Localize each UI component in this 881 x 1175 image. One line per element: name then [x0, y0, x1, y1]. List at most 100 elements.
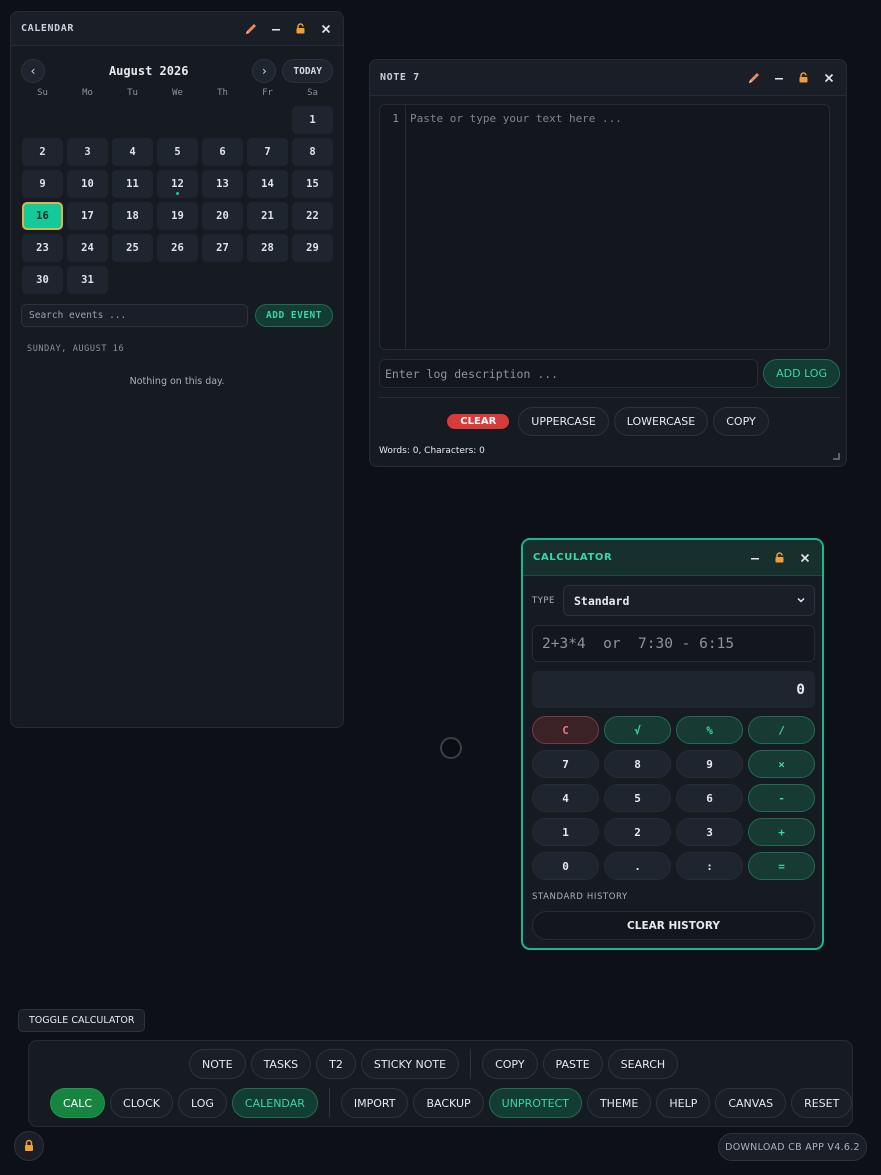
- calc-key[interactable]: 2: [604, 818, 671, 846]
- day-cell[interactable]: 21: [247, 202, 288, 230]
- day-cell[interactable]: 10: [67, 170, 108, 198]
- add-log-button[interactable]: ADD LOG: [763, 359, 840, 388]
- dock-button-canvas[interactable]: CANVAS: [715, 1088, 787, 1118]
- lock-button[interactable]: [14, 1131, 44, 1161]
- calc-key[interactable]: 3: [676, 818, 743, 846]
- log-description-input[interactable]: Enter log description ...: [379, 359, 759, 388]
- dock-button-theme[interactable]: THEME: [586, 1088, 652, 1118]
- day-cell[interactable]: 2: [22, 138, 63, 166]
- note-editor[interactable]: 1 Paste or type your text here ...: [379, 104, 830, 350]
- calc-key[interactable]: /: [748, 716, 815, 744]
- day-cell[interactable]: 27: [202, 234, 243, 262]
- minimize-icon[interactable]: [747, 550, 762, 565]
- download-app-button[interactable]: DOWNLOAD CB APP V4.6.2: [718, 1133, 867, 1161]
- calc-key[interactable]: .: [604, 852, 671, 880]
- calc-key[interactable]: :: [676, 852, 743, 880]
- close-icon[interactable]: [797, 550, 812, 565]
- calc-key[interactable]: -: [748, 784, 815, 812]
- day-cell[interactable]: 19: [157, 202, 198, 230]
- add-event-button[interactable]: ADD EVENT: [255, 304, 333, 327]
- day-cell[interactable]: 9: [22, 170, 63, 198]
- calendar-titlebar[interactable]: CALENDAR: [11, 12, 343, 46]
- clear-button[interactable]: CLEAR: [447, 414, 510, 429]
- dock-button-help[interactable]: HELP: [656, 1088, 711, 1118]
- day-cell[interactable]: 6: [202, 138, 243, 166]
- day-cell[interactable]: 26: [157, 234, 198, 262]
- search-events-input[interactable]: Search events ...: [21, 304, 249, 327]
- day-cell-selected[interactable]: 16: [22, 202, 63, 230]
- clear-history-button[interactable]: CLEAR HISTORY: [532, 911, 815, 940]
- day-cell[interactable]: 20: [202, 202, 243, 230]
- calc-key[interactable]: √: [604, 716, 671, 744]
- resize-handle-icon[interactable]: [833, 453, 840, 460]
- close-icon[interactable]: [821, 70, 836, 85]
- day-cell[interactable]: 22: [292, 202, 333, 230]
- calc-key[interactable]: 6: [676, 784, 743, 812]
- calc-key[interactable]: 8: [604, 750, 671, 778]
- day-cell[interactable]: 25: [112, 234, 153, 262]
- copy-button[interactable]: COPY: [713, 407, 769, 436]
- calc-key[interactable]: %: [676, 716, 743, 744]
- dock-button-reset[interactable]: RESET: [791, 1088, 853, 1118]
- minimize-icon[interactable]: [268, 21, 283, 36]
- pencil-icon[interactable]: [746, 70, 761, 85]
- drag-handle-ring[interactable]: [440, 737, 462, 759]
- day-cell[interactable]: 12: [157, 170, 198, 198]
- day-cell[interactable]: 17: [67, 202, 108, 230]
- lock-icon[interactable]: [293, 21, 308, 36]
- dock-button-clock[interactable]: CLOCK: [110, 1088, 173, 1118]
- day-cell[interactable]: 13: [202, 170, 243, 198]
- calc-key[interactable]: C: [532, 716, 599, 744]
- dock-button-paste[interactable]: PASTE: [542, 1049, 603, 1079]
- dock-button-unprotect[interactable]: UNPROTECT: [488, 1088, 582, 1118]
- day-cell[interactable]: 28: [247, 234, 288, 262]
- calc-key[interactable]: =: [748, 852, 815, 880]
- today-button[interactable]: TODAY: [282, 59, 333, 83]
- day-cell[interactable]: 23: [22, 234, 63, 262]
- day-cell[interactable]: 24: [67, 234, 108, 262]
- dock-button-tasks[interactable]: TASKS: [250, 1049, 312, 1079]
- uppercase-button[interactable]: UPPERCASE: [518, 407, 609, 436]
- day-cell[interactable]: 1: [292, 106, 333, 134]
- day-cell[interactable]: 3: [67, 138, 108, 166]
- next-month-button[interactable]: ›: [252, 59, 277, 83]
- calc-key[interactable]: 1: [532, 818, 599, 846]
- day-cell[interactable]: 8: [292, 138, 333, 166]
- dock-button-calc[interactable]: CALC: [50, 1088, 106, 1118]
- day-cell[interactable]: 5: [157, 138, 198, 166]
- day-cell[interactable]: 15: [292, 170, 333, 198]
- calc-key[interactable]: 9: [676, 750, 743, 778]
- calc-key[interactable]: +: [748, 818, 815, 846]
- note-titlebar[interactable]: NOTE 7: [370, 60, 846, 96]
- day-cell[interactable]: 14: [247, 170, 288, 198]
- dock-button-backup[interactable]: BACKUP: [413, 1088, 484, 1118]
- day-cell[interactable]: 31: [67, 266, 108, 294]
- day-cell[interactable]: 29: [292, 234, 333, 262]
- lowercase-button[interactable]: LOWERCASE: [613, 407, 709, 436]
- pencil-icon[interactable]: [243, 21, 258, 36]
- calc-key[interactable]: 0: [532, 852, 599, 880]
- day-cell[interactable]: 18: [112, 202, 153, 230]
- day-cell[interactable]: 11: [112, 170, 153, 198]
- day-cell[interactable]: 7: [247, 138, 288, 166]
- calc-key[interactable]: 4: [532, 784, 599, 812]
- calc-key[interactable]: ×: [748, 750, 815, 778]
- day-cell[interactable]: 30: [22, 266, 63, 294]
- dock-button-note[interactable]: NOTE: [189, 1049, 246, 1079]
- editor-placeholder[interactable]: Paste or type your text here ...: [406, 105, 829, 349]
- lock-icon[interactable]: [772, 550, 787, 565]
- close-icon[interactable]: [318, 21, 333, 36]
- expression-input[interactable]: 2+3*4 or 7:30 - 6:15: [532, 625, 815, 662]
- dock-button-import[interactable]: IMPORT: [340, 1088, 409, 1118]
- calculator-type-select[interactable]: Standard: [563, 585, 815, 616]
- dock-button-search[interactable]: SEARCH: [607, 1049, 679, 1079]
- lock-icon[interactable]: [796, 70, 811, 85]
- dock-button-t2[interactable]: T2: [316, 1049, 356, 1079]
- prev-month-button[interactable]: ‹: [21, 59, 45, 83]
- calculator-titlebar[interactable]: CALCULATOR: [523, 540, 822, 576]
- minimize-icon[interactable]: [771, 70, 786, 85]
- toggle-calculator-button[interactable]: TOGGLE CALCULATOR: [18, 1009, 146, 1032]
- calc-key[interactable]: 7: [532, 750, 599, 778]
- dock-button-log[interactable]: LOG: [178, 1088, 227, 1118]
- calc-key[interactable]: 5: [604, 784, 671, 812]
